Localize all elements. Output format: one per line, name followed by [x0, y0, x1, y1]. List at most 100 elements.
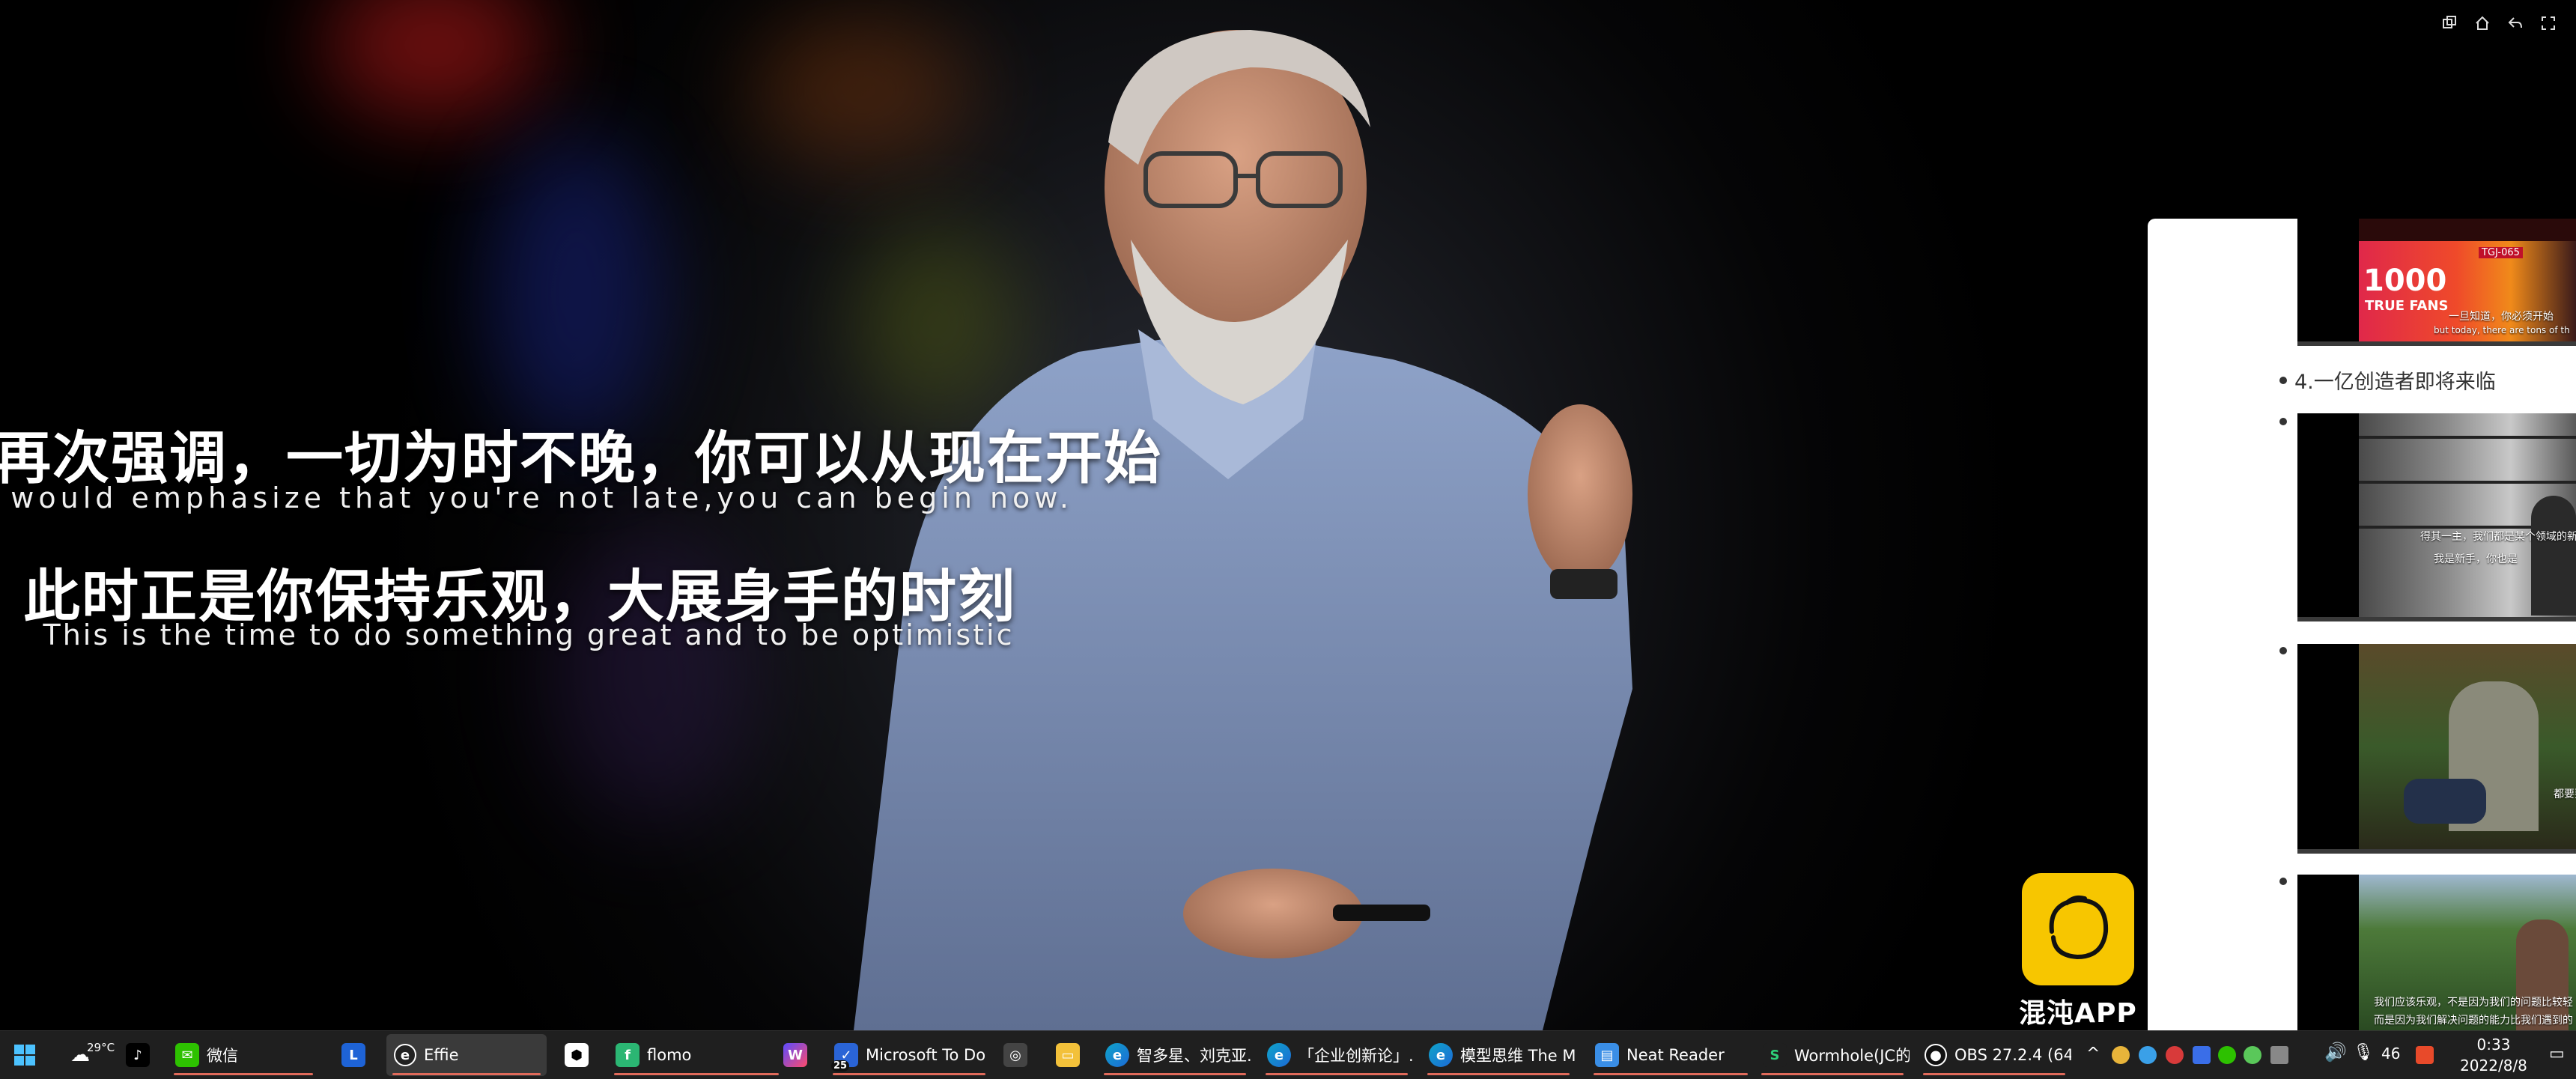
taskbar-cube-app[interactable]: ⬢ — [557, 1034, 595, 1076]
stage-light-blue — [487, 135, 666, 449]
thumbnail-image: 我们应该乐观，不是因为我们的问题比较轻 而是因为我们解决问题的能力比我们遇到的 — [2359, 875, 2576, 1030]
wps-icon: W — [783, 1043, 807, 1067]
thumbnail-caption: 都要要 — [2554, 788, 2576, 800]
tray-app-icon-4[interactable] — [2193, 1046, 2211, 1064]
thumbnail-forest-speaker[interactable]: 我们应该乐观，不是因为我们的问题比较轻 而是因为我们解决问题的能力比我们遇到的 — [2297, 875, 2576, 1030]
thumbnail-outdoor-man[interactable]: 都要要 — [2297, 644, 2576, 854]
clock-time: 0:33 — [2476, 1036, 2511, 1054]
taskbar-item-label: 微信 — [207, 1047, 238, 1065]
thumbnail-tag: TGJ-065 — [2479, 247, 2523, 258]
weather-widget[interactable]: ☁ 29°C — [63, 1034, 115, 1076]
tray-app-icon-1[interactable] — [2112, 1046, 2130, 1064]
thumbnail-caption: 我们应该乐观，不是因为我们的问题比较轻 — [2374, 997, 2573, 1009]
taskbar-item-label: Microsoft To Do — [866, 1046, 986, 1064]
tray-ime-icon[interactable] — [2416, 1046, 2434, 1064]
system-clock[interactable]: 0:33 2022/8/8 — [2441, 1034, 2546, 1076]
todo-check-icon: ✓ 25 — [831, 1043, 858, 1072]
thumbnail-library-speaker[interactable]: 得其一主，我们都是某个领域的新手 我是新手，你也是 — [2297, 413, 2576, 621]
thumbnail-1000-true-fans[interactable]: 1000 TRUE FANS TGJ-065 一旦知道，你必须开始 but to… — [2297, 219, 2576, 346]
clock-date: 2022/8/8 — [2460, 1057, 2527, 1075]
thumbnail-caption-2: 而是因为我们解决问题的能力比我们遇到的 — [2374, 1015, 2573, 1027]
list-bullet — [2279, 377, 2287, 384]
thumbnail-title-small: TRUE FANS — [2365, 298, 2449, 314]
wormhole-icon: S — [1763, 1043, 1787, 1067]
tray-app-icon-5[interactable] — [2244, 1046, 2261, 1064]
cube-icon: ⬢ — [565, 1043, 589, 1067]
obs-icon: ● — [1925, 1044, 1947, 1066]
taskbar-microsoft-todo[interactable]: ✓ 25 Microsoft To Do — [827, 1034, 991, 1076]
taskbar-flomo[interactable]: f flomo — [608, 1034, 785, 1076]
taskbar-wps[interactable]: W — [776, 1034, 813, 1076]
tray-wechat-icon[interactable] — [2218, 1046, 2236, 1064]
start-button[interactable] — [6, 1034, 48, 1076]
taskbar-item-label: OBS 27.2.4 (64-... — [1954, 1046, 2071, 1064]
thumbnail-image: 得其一主，我们都是某个领域的新手 我是新手，你也是 — [2359, 413, 2576, 617]
thumbnail-caption: 得其一主，我们都是某个领域的新手 — [2420, 531, 2576, 543]
stage-light-red — [322, 0, 547, 120]
taskbar-camera-app[interactable]: ◎ — [996, 1034, 1033, 1076]
speaker-figure — [854, 30, 1632, 1030]
taskbar-item-label: flomo — [647, 1046, 692, 1064]
copy-icon[interactable] — [2440, 15, 2459, 34]
list-bullet — [2279, 647, 2287, 654]
taskbar-edge-2[interactable]: e 「企业创新论」... — [1260, 1034, 1414, 1076]
edge-icon: e — [1267, 1043, 1291, 1067]
tray-app-icon-2[interactable] — [2139, 1046, 2157, 1064]
notification-center-icon[interactable]: ▭ — [2549, 1045, 2565, 1063]
thumbnail-title-big: 1000 — [2363, 264, 2447, 298]
flomo-icon: f — [616, 1043, 640, 1067]
thumbnail-caption-2: 我是新手，你也是 — [2434, 553, 2518, 565]
thumbnail-image: 都要要 — [2359, 644, 2576, 849]
taskbar-edge-1[interactable]: e 智多星、刘克亚... — [1098, 1034, 1252, 1076]
hundun-logo-icon — [2022, 873, 2134, 985]
neat-reader-icon: ▤ — [1595, 1043, 1619, 1067]
app-name-label: 混沌APP — [2019, 998, 2137, 1029]
thumbnail-caption-en: but today, there are tons of th — [2434, 325, 2570, 335]
taskbar-item-label: 智多星、刘克亚... — [1137, 1047, 1252, 1065]
taskbar-item-label: Neat Reader — [1626, 1046, 1725, 1064]
tray-app-icon-3[interactable] — [2166, 1046, 2184, 1064]
windows-taskbar: ☁ 29°C ♪ ✉ 微信 L e Effie ⬢ f flomo W ✓ 25… — [0, 1030, 2576, 1079]
outline-side-panel[interactable]: 1000 TRUE FANS TGJ-065 一旦知道，你必须开始 but to… — [2148, 219, 2576, 1030]
todo-badge: 25 — [831, 1060, 850, 1072]
fullscreen-icon[interactable] — [2539, 15, 2558, 34]
hundun-app-badge[interactable]: 混沌APP — [2019, 873, 2137, 1030]
taskbar-effie[interactable]: e Effie — [386, 1034, 547, 1076]
tray-microphone-icon[interactable]: 🎙 — [2353, 1043, 2374, 1062]
taskbar-item-label: 「企业创新论」... — [1298, 1047, 1414, 1065]
taskbar-obs[interactable]: ● OBS 27.2.4 (64-... — [1917, 1034, 2071, 1076]
taskbar-neat-reader[interactable]: ▤ Neat Reader — [1588, 1034, 1754, 1076]
tiktok-icon: ♪ — [126, 1043, 150, 1067]
camera-icon: ◎ — [1003, 1043, 1027, 1067]
tray-network-icon[interactable] — [2270, 1046, 2288, 1064]
weather-temperature: 29°C — [87, 1041, 115, 1054]
list-bullet — [2279, 878, 2287, 885]
thumbnail-caption: 一旦知道，你必须开始 — [2449, 311, 2554, 323]
tray-overflow-chevron-icon[interactable]: ^ — [2086, 1045, 2100, 1063]
taskbar-file-explorer[interactable]: ▭ — [1048, 1034, 1086, 1076]
folder-icon: ▭ — [1056, 1043, 1080, 1067]
thumbnail-progress-bar — [2297, 617, 2576, 621]
list-bullet — [2279, 418, 2287, 425]
lark-icon: L — [341, 1043, 365, 1067]
taskbar-edge-3[interactable]: e 模型思维 The M... — [1421, 1034, 1576, 1076]
effie-icon: e — [394, 1044, 416, 1066]
windows-logo-icon — [14, 1045, 35, 1066]
home-icon[interactable] — [2473, 15, 2492, 34]
edge-icon: e — [1105, 1043, 1129, 1067]
taskbar-item-label: Effie — [424, 1046, 459, 1064]
tiktok-app[interactable]: ♪ — [118, 1034, 156, 1076]
thumbnail-progress-bar — [2297, 341, 2576, 346]
tray-notification-count[interactable]: 46 — [2381, 1045, 2400, 1063]
taskbar-wormhole[interactable]: S Wormhole(JC的... — [1755, 1034, 1910, 1076]
thumbnail-progress-bar — [2297, 849, 2576, 854]
thumbnail-image: 1000 TRUE FANS TGJ-065 一旦知道，你必须开始 but to… — [2359, 219, 2576, 341]
taskbar-lark[interactable]: L — [334, 1034, 371, 1076]
taskbar-item-label: 模型思维 The M... — [1460, 1047, 1576, 1065]
taskbar-wechat[interactable]: ✉ 微信 — [168, 1034, 319, 1076]
outline-heading-4[interactable]: 4.一亿创造者即将来临 — [2294, 365, 2496, 395]
back-icon[interactable] — [2506, 15, 2525, 34]
taskbar-item-label: Wormhole(JC的... — [1794, 1047, 1910, 1065]
wechat-icon: ✉ — [175, 1043, 199, 1067]
tray-volume-icon[interactable]: 🔊 — [2324, 1042, 2347, 1063]
